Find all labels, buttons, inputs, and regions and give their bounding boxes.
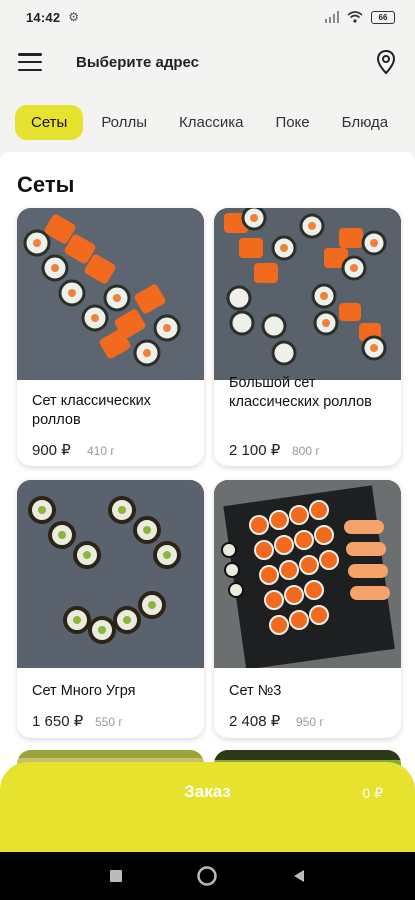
category-tabs: Сеты Роллы Классика Поке Блюда <box>0 100 415 144</box>
home-button[interactable] <box>192 861 222 891</box>
settings-icon: ⚙ <box>68 10 80 24</box>
recents-button[interactable] <box>101 861 131 891</box>
product-price: 1 650 ₽ <box>32 713 84 730</box>
battery-icon: 66 <box>371 10 395 24</box>
product-price: 2 100 ₽ <box>229 442 281 459</box>
section-title: Сеты <box>17 172 75 197</box>
product-card[interactable]: Сет №3 2 408 ₽ 950 г <box>214 480 401 738</box>
product-image <box>17 480 204 668</box>
menu-icon[interactable] <box>18 53 42 71</box>
product-image <box>214 208 401 380</box>
tab-sets[interactable]: Сеты <box>15 104 84 140</box>
app-header: Выберите адрес <box>0 34 415 90</box>
square-icon <box>109 870 122 882</box>
location-pin-icon[interactable] <box>375 49 397 75</box>
address-selector[interactable]: Выберите адрес <box>76 54 199 71</box>
product-price: 900 ₽ <box>32 442 71 459</box>
product-name: Сет классических роллов <box>32 393 151 428</box>
wifi-icon <box>347 11 363 23</box>
status-bar: 14:42 ⚙ 66 <box>0 0 415 34</box>
product-weight: 410 г <box>87 444 115 458</box>
product-name: Сет №3 <box>229 683 282 699</box>
product-image <box>17 208 204 380</box>
product-weight: 800 г <box>292 444 320 458</box>
product-name: Сет Много Угря <box>32 683 136 699</box>
status-time: 14:42 <box>26 9 61 25</box>
tab-dishes[interactable]: Блюда <box>326 105 404 140</box>
system-nav-bar <box>0 852 415 900</box>
order-button[interactable]: Заказ <box>0 762 415 822</box>
tab-rolls[interactable]: Роллы <box>85 105 163 140</box>
product-name: Большой сет классических роллов <box>229 375 372 410</box>
product-card[interactable]: Сет Много Угря 1 650 ₽ 550 г <box>17 480 204 738</box>
back-button[interactable] <box>284 861 314 891</box>
status-icons: 66 <box>325 10 395 24</box>
product-weight: 950 г <box>296 715 324 729</box>
product-image <box>214 480 401 668</box>
signal-icon <box>325 11 339 23</box>
product-price: 2 408 ₽ <box>229 713 281 730</box>
product-card[interactable]: Сет классических роллов 900 ₽ 410 г <box>17 208 204 466</box>
order-total: 0 ₽ <box>362 785 383 801</box>
triangle-back-icon <box>294 870 305 882</box>
product-card[interactable]: Большой сет классических роллов 2 100 ₽ … <box>214 208 401 466</box>
product-weight: 550 г <box>95 715 123 729</box>
tab-classic[interactable]: Классика <box>163 105 259 140</box>
circle-icon <box>197 866 218 886</box>
tab-poke[interactable]: Поке <box>259 105 325 140</box>
order-bar: Заказ 0 ₽ <box>0 762 415 852</box>
